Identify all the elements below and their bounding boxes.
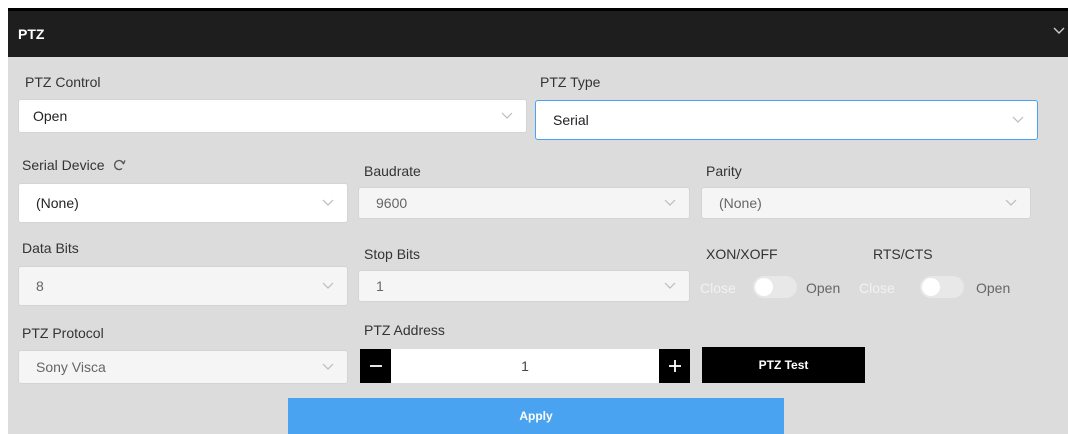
apply-button[interactable]: Apply <box>288 398 784 434</box>
chevron-down-icon <box>322 199 334 206</box>
serial-device-label-text: Serial Device <box>22 157 105 173</box>
chevron-down-icon <box>664 199 676 206</box>
refresh-icon[interactable] <box>112 158 126 172</box>
ptz-control-select[interactable]: Open <box>18 99 527 133</box>
chevron-down-icon <box>1012 116 1024 123</box>
toggle-knob <box>922 278 940 296</box>
parity-label: Parity <box>706 163 742 179</box>
section-header[interactable]: PTZ <box>8 8 1068 57</box>
data-bits-value: 8 <box>36 278 44 294</box>
serial-device-label: Serial Device <box>22 157 126 173</box>
rts-cts-close-label: Close <box>859 280 895 296</box>
ptz-address-stepper: 1 <box>360 349 690 383</box>
chevron-down-icon <box>1005 199 1017 206</box>
ptz-type-label: PTZ Type <box>540 74 601 90</box>
section-title: PTZ <box>18 26 45 42</box>
ptz-settings-panel: PTZ Control Open PTZ Type Serial Serial … <box>8 57 1068 434</box>
chevron-down-icon <box>664 282 676 289</box>
rts-cts-label: RTS/CTS <box>873 246 933 262</box>
chevron-down-icon <box>322 282 334 289</box>
baudrate-value: 9600 <box>376 195 408 211</box>
toggle-knob <box>755 278 773 296</box>
parity-value: (None) <box>719 195 762 211</box>
xon-xoff-open-label: Open <box>806 280 841 296</box>
plus-icon <box>668 360 681 372</box>
parity-select[interactable]: (None) <box>701 187 1031 219</box>
ptz-protocol-value: Sony Visca <box>36 359 106 375</box>
chevron-down-icon[interactable] <box>1052 23 1066 37</box>
baudrate-select[interactable]: 9600 <box>358 187 690 219</box>
serial-device-select[interactable]: (None) <box>18 183 348 223</box>
ptz-type-select[interactable]: Serial <box>535 100 1038 140</box>
rts-cts-toggle[interactable] <box>920 276 964 298</box>
stop-bits-value: 1 <box>376 278 384 294</box>
ptz-control-label: PTZ Control <box>25 74 101 90</box>
ptz-protocol-select[interactable]: Sony Visca <box>18 350 348 384</box>
ptz-address-value[interactable]: 1 <box>391 358 659 374</box>
serial-device-value: (None) <box>36 195 79 211</box>
xon-xoff-label: XON/XOFF <box>706 246 778 262</box>
ptz-test-button[interactable]: PTZ Test <box>702 347 865 383</box>
chevron-down-icon <box>501 112 513 119</box>
increment-button[interactable] <box>659 349 690 383</box>
ptz-address-label: PTZ Address <box>364 322 445 338</box>
xon-xoff-toggle[interactable] <box>753 276 797 298</box>
stop-bits-label: Stop Bits <box>364 246 421 262</box>
ptz-type-value: Serial <box>553 112 589 128</box>
minus-icon <box>369 365 382 367</box>
ptz-control-value: Open <box>33 108 68 124</box>
stop-bits-select[interactable]: 1 <box>358 270 690 302</box>
rts-cts-open-label: Open <box>976 280 1011 296</box>
decrement-button[interactable] <box>360 349 391 383</box>
ptz-protocol-label: PTZ Protocol <box>22 325 104 341</box>
data-bits-label: Data Bits <box>22 240 79 256</box>
chevron-down-icon <box>322 363 334 370</box>
baudrate-label: Baudrate <box>364 163 421 179</box>
data-bits-select[interactable]: 8 <box>18 266 348 306</box>
xon-xoff-close-label: Close <box>700 280 736 296</box>
